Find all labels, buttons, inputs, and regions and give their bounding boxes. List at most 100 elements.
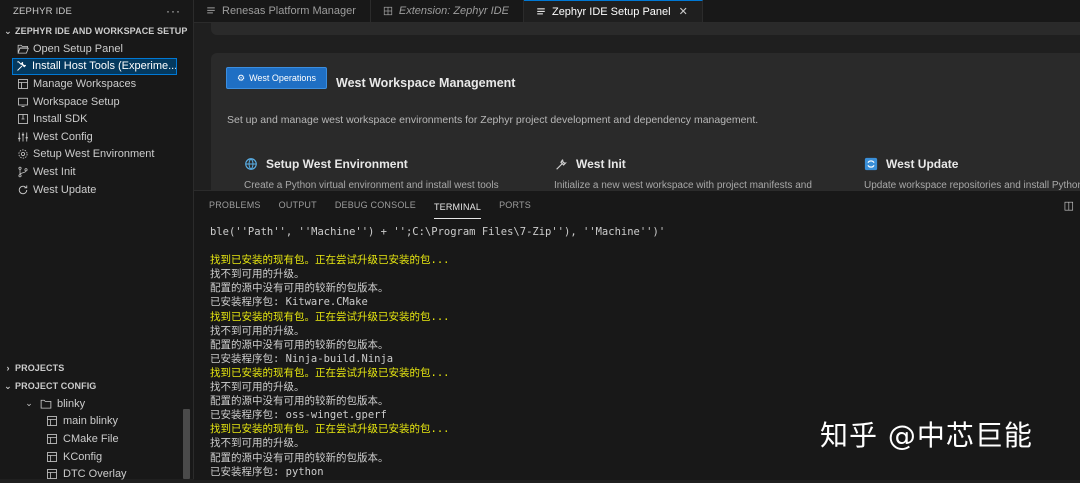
sidebar-scrollbar[interactable] (183, 409, 190, 479)
gear-icon: ⚙ (237, 72, 246, 83)
split-panel-icon[interactable]: ◫ (1064, 199, 1074, 212)
terminal-output[interactable]: ble(''Path'', ''Machine'') + '';C:\Progr… (210, 225, 665, 479)
chevron-down-icon: ⌄ (25, 398, 33, 409)
panel-tab-problems[interactable]: PROBLEMS (209, 191, 261, 218)
file-icon (46, 415, 58, 427)
sidebar-item-label: Workspace Setup (33, 95, 120, 108)
terminal-line: 找到已安装的现有包。正在尝试升级已安装的包... (210, 310, 450, 323)
sync-icon (864, 157, 878, 171)
sidebar-item-west-update[interactable]: West Update (0, 181, 193, 199)
chevron-down-icon: ⌄ (4, 25, 12, 36)
terminal-line: 配置的源中没有可用的较新的包版本。 (210, 451, 389, 464)
terminal-line: 已安装程序包: oss-winget.gperf (210, 409, 387, 422)
section-header-project-config[interactable]: ⌄ PROJECT CONFIG (0, 377, 193, 395)
section-description: Set up and manage west workspace environ… (227, 114, 759, 126)
wrench-icon (554, 157, 568, 171)
feature-title: West Init (576, 157, 626, 171)
workspace-setup-icon (16, 95, 29, 108)
feature-west-init[interactable]: West Init Initialize a new west workspac… (554, 157, 812, 190)
terminal-line: 已安装程序包: Kitware.CMake (210, 296, 368, 309)
sidebar-item-west-config[interactable]: West Config (0, 128, 193, 146)
extension-icon (383, 6, 393, 16)
sidebar-item-label: Manage Workspaces (33, 77, 137, 90)
gear-icon (16, 148, 29, 161)
section-title: PROJECTS (15, 363, 65, 373)
feature-west-update[interactable]: West Update Update workspace repositorie… (864, 157, 1080, 190)
tree-item-label: DTC Overlay (63, 468, 127, 481)
close-icon[interactable]: ✕ (679, 5, 688, 18)
panel-tab-debug-console[interactable]: DEBUG CONSOLE (335, 191, 416, 218)
sidebar-item-install-sdk[interactable]: Install SDK (0, 110, 193, 128)
sidebar-item-label: West Init (33, 165, 76, 178)
tab-label: Renesas Platform Manager (222, 5, 356, 17)
folder-open-icon (16, 42, 29, 55)
sidebar-item-label: Open Setup Panel (33, 42, 123, 55)
tools-icon (16, 60, 28, 73)
terminal-line: 配置的源中没有可用的较新的包版本。 (210, 282, 389, 295)
section-header-setup[interactable]: ⌄ ZEPHYR IDE AND WORKSPACE SETUP (0, 22, 193, 40)
settings-sliders-icon (16, 130, 29, 143)
tree-item-main-blinky[interactable]: main blinky (0, 413, 193, 431)
feature-description: Update workspace repositories and instal… (864, 180, 1080, 190)
panel-tab-ports[interactable]: PORTS (499, 191, 531, 218)
feature-title: Setup West Environment (266, 157, 408, 171)
terminal-line: 配置的源中没有可用的较新的包版本。 (210, 338, 389, 351)
more-actions-icon[interactable]: ··· (166, 4, 181, 18)
document-icon (206, 6, 216, 16)
setup-panel-webview: ⚙ West Operations West Workspace Managem… (194, 23, 1080, 190)
sidebar-item-west-init[interactable]: West Init (0, 163, 193, 181)
feature-description: Create a Python virtual environment and … (244, 180, 499, 190)
sidebar-item-label: Install SDK (33, 113, 88, 126)
panel-tab-output[interactable]: OUTPUT (279, 191, 317, 218)
sidebar-item-label: West Config (33, 130, 93, 143)
file-icon (46, 451, 58, 463)
terminal-line: 已安装程序包: Ninja-build.Ninja (210, 352, 394, 365)
tree-item-dtc-overlay[interactable]: DTC Overlay (0, 465, 193, 483)
section-title: PROJECT CONFIG (15, 381, 97, 391)
panel-tab-terminal[interactable]: TERMINAL (433, 196, 482, 219)
tree-item-label: main blinky (63, 415, 119, 428)
tab-zephyr-ide-setup-panel[interactable]: Zephyr IDE Setup Panel ✕ (523, 0, 703, 22)
workspace-icon (16, 77, 29, 90)
sidebar-item-label: Install Host Tools (Experime... (32, 60, 177, 73)
file-icon (46, 468, 58, 480)
tab-label: Zephyr IDE Setup Panel (551, 5, 671, 18)
folder-icon (40, 398, 52, 410)
sidebar-item-label: Setup West Environment (33, 148, 155, 161)
terminal-line: 找不到可用的升级。 (210, 381, 305, 394)
terminal-line: 找到已安装的现有包。正在尝试升级已安装的包... (210, 423, 450, 436)
sidebar-title-bar: ZEPHYR IDE ··· (0, 0, 193, 22)
sidebar-item-workspace-setup[interactable]: Workspace Setup (0, 93, 193, 111)
sidebar-item-manage-workspaces[interactable]: Manage Workspaces (0, 75, 193, 93)
sidebar-item-install-host-tools[interactable]: Install Host Tools (Experime... (12, 57, 177, 76)
terminal-line: ble(''Path'', ''Machine'') + '';C:\Progr… (210, 226, 666, 238)
tree-item-blinky[interactable]: ⌄ blinky (0, 395, 193, 413)
terminal-line: 已安装程序包: python (210, 465, 324, 478)
tree-item-cmake-file[interactable]: CMake File (0, 430, 193, 448)
sidebar-title: ZEPHYR IDE (13, 5, 73, 17)
chevron-right-icon: › (6, 363, 10, 373)
feature-title: West Update (886, 157, 959, 171)
button-label: West Operations (249, 73, 316, 83)
terminal-line: 找到已安装的现有包。正在尝试升级已安装的包... (210, 366, 450, 379)
feature-setup-west-environment[interactable]: Setup West Environment Create a Python v… (244, 157, 499, 190)
sidebar-lower-sections: › PROJECTS ⌄ PROJECT CONFIG ⌄ blinky mai… (0, 359, 193, 483)
tab-extension-zephyr-ide[interactable]: Extension: Zephyr IDE (371, 0, 524, 22)
tab-renesas-platform-manager[interactable]: Renesas Platform Manager (194, 0, 371, 22)
section-title: West Workspace Management (336, 76, 516, 90)
document-icon (536, 7, 546, 17)
tree-item-kconfig[interactable]: KConfig (0, 448, 193, 466)
section-title: ZEPHYR IDE AND WORKSPACE SETUP (15, 26, 188, 36)
sidebar-item-open-setup-panel[interactable]: Open Setup Panel (0, 40, 193, 58)
section-header-projects[interactable]: › PROJECTS (0, 359, 193, 377)
west-operations-button[interactable]: ⚙ West Operations (226, 67, 327, 89)
editor-tab-bar: Renesas Platform Manager Extension: Zeph… (194, 0, 1080, 23)
tree-item-label: CMake File (63, 432, 119, 445)
branch-icon (16, 165, 29, 178)
tree-item-label: KConfig (63, 450, 103, 463)
sidebar-item-setup-west-environment[interactable]: Setup West Environment (0, 146, 193, 164)
tab-label: Extension: Zephyr IDE (398, 5, 509, 17)
panel-tabs: PROBLEMS OUTPUT DEBUG CONSOLE TERMINAL P… (194, 191, 1080, 219)
globe-icon (244, 157, 258, 171)
